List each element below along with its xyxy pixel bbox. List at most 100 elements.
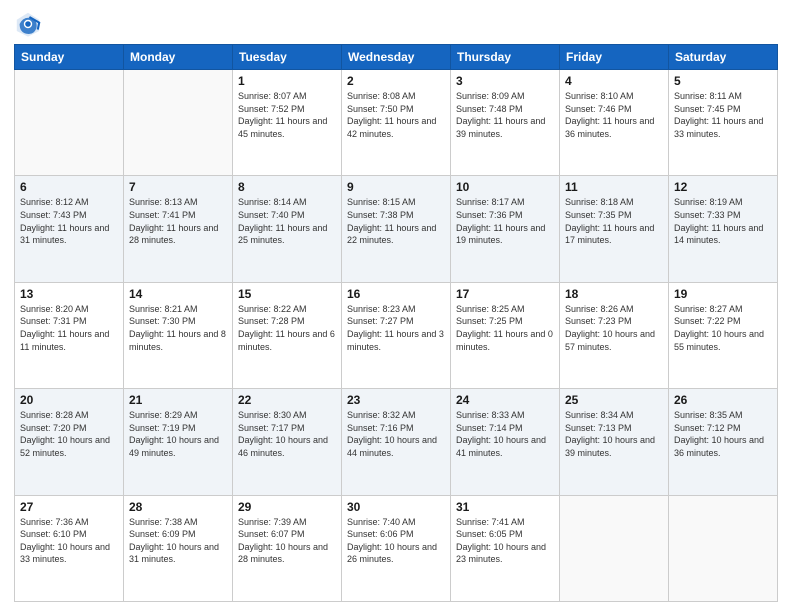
calendar-cell: 10Sunrise: 8:17 AM Sunset: 7:36 PM Dayli… [451, 176, 560, 282]
day-info: Sunrise: 8:11 AM Sunset: 7:45 PM Dayligh… [674, 90, 772, 140]
day-info: Sunrise: 8:14 AM Sunset: 7:40 PM Dayligh… [238, 196, 336, 246]
day-info: Sunrise: 8:23 AM Sunset: 7:27 PM Dayligh… [347, 303, 445, 353]
day-info: Sunrise: 8:15 AM Sunset: 7:38 PM Dayligh… [347, 196, 445, 246]
day-number: 4 [565, 74, 663, 88]
calendar-cell: 3Sunrise: 8:09 AM Sunset: 7:48 PM Daylig… [451, 70, 560, 176]
calendar-cell: 28 Sunrise: 7:38 AM Sunset: 6:09 PM Dayli… [124, 495, 233, 601]
day-info: Sunrise: 7:38 AM Sunset: 6:09 PM Dayligh… [129, 516, 227, 566]
calendar-cell: 13 Sunrise: 8:20 AM Sunset: 7:31 PM Dayli… [15, 282, 124, 388]
calendar-week-row: 1Sunrise: 8:07 AM Sunset: 7:52 PM Daylig… [15, 70, 778, 176]
calendar-cell: 7 Sunrise: 8:13 AM Sunset: 7:41 PM Daylig… [124, 176, 233, 282]
calendar-cell: 20Sunrise: 8:28 AM Sunset: 7:20 PM Dayli… [15, 389, 124, 495]
calendar-cell: 5 Sunrise: 8:11 AM Sunset: 7:45 PM Daylig… [669, 70, 778, 176]
calendar-cell: 8 Sunrise: 8:14 AM Sunset: 7:40 PM Daylig… [233, 176, 342, 282]
day-number: 11 [565, 180, 663, 194]
weekday-header: Thursday [451, 45, 560, 70]
day-number: 24 [456, 393, 554, 407]
day-number: 19 [674, 287, 772, 301]
calendar-cell: 26 Sunrise: 8:35 AM Sunset: 7:12 PM Dayli… [669, 389, 778, 495]
weekday-header: Wednesday [342, 45, 451, 70]
day-info: Sunrise: 8:20 AM Sunset: 7:31 PM Dayligh… [20, 303, 118, 353]
calendar-week-row: 27Sunrise: 7:36 AM Sunset: 6:10 PM Dayli… [15, 495, 778, 601]
logo-area [14, 10, 44, 38]
calendar-cell: 9 Sunrise: 8:15 AM Sunset: 7:38 PM Daylig… [342, 176, 451, 282]
day-number: 30 [347, 500, 445, 514]
day-info: Sunrise: 8:28 AM Sunset: 7:20 PM Dayligh… [20, 409, 118, 459]
calendar-cell: 21 Sunrise: 8:29 AM Sunset: 7:19 PM Dayli… [124, 389, 233, 495]
day-info: Sunrise: 8:32 AM Sunset: 7:16 PM Dayligh… [347, 409, 445, 459]
day-number: 22 [238, 393, 336, 407]
day-info: Sunrise: 8:07 AM Sunset: 7:52 PM Dayligh… [238, 90, 336, 140]
calendar-cell: 15 Sunrise: 8:22 AM Sunset: 7:28 PM Dayli… [233, 282, 342, 388]
calendar-cell: 27Sunrise: 7:36 AM Sunset: 6:10 PM Dayli… [15, 495, 124, 601]
day-number: 7 [129, 180, 227, 194]
day-info: Sunrise: 8:25 AM Sunset: 7:25 PM Dayligh… [456, 303, 554, 353]
calendar-cell: 24 Sunrise: 8:33 AM Sunset: 7:14 PM Dayli… [451, 389, 560, 495]
day-number: 31 [456, 500, 554, 514]
calendar-week-row: 13 Sunrise: 8:20 AM Sunset: 7:31 PM Dayli… [15, 282, 778, 388]
calendar-cell: 16 Sunrise: 8:23 AM Sunset: 7:27 PM Dayli… [342, 282, 451, 388]
day-number: 10 [456, 180, 554, 194]
day-number: 17 [456, 287, 554, 301]
day-number: 5 [674, 74, 772, 88]
day-number: 28 [129, 500, 227, 514]
day-info: Sunrise: 8:29 AM Sunset: 7:19 PM Dayligh… [129, 409, 227, 459]
calendar-cell [15, 70, 124, 176]
day-number: 9 [347, 180, 445, 194]
calendar-cell: 29 Sunrise: 7:39 AM Sunset: 6:07 PM Dayli… [233, 495, 342, 601]
generalblue-logo-icon [14, 10, 42, 38]
calendar-cell: 6Sunrise: 8:12 AM Sunset: 7:43 PM Daylig… [15, 176, 124, 282]
day-info: Sunrise: 7:39 AM Sunset: 6:07 PM Dayligh… [238, 516, 336, 566]
day-number: 29 [238, 500, 336, 514]
weekday-header: Friday [560, 45, 669, 70]
calendar-week-row: 6Sunrise: 8:12 AM Sunset: 7:43 PM Daylig… [15, 176, 778, 282]
day-number: 12 [674, 180, 772, 194]
calendar-cell [669, 495, 778, 601]
calendar-cell: 19Sunrise: 8:27 AM Sunset: 7:22 PM Dayli… [669, 282, 778, 388]
calendar-cell: 17 Sunrise: 8:25 AM Sunset: 7:25 PM Dayli… [451, 282, 560, 388]
header [14, 10, 778, 38]
day-info: Sunrise: 8:12 AM Sunset: 7:43 PM Dayligh… [20, 196, 118, 246]
calendar-week-row: 20Sunrise: 8:28 AM Sunset: 7:20 PM Dayli… [15, 389, 778, 495]
calendar-cell: 18 Sunrise: 8:26 AM Sunset: 7:23 PM Dayli… [560, 282, 669, 388]
weekday-header: Sunday [15, 45, 124, 70]
weekday-header: Saturday [669, 45, 778, 70]
weekday-header-row: SundayMondayTuesdayWednesdayThursdayFrid… [15, 45, 778, 70]
weekday-header: Monday [124, 45, 233, 70]
day-number: 16 [347, 287, 445, 301]
day-info: Sunrise: 8:10 AM Sunset: 7:46 PM Dayligh… [565, 90, 663, 140]
day-number: 27 [20, 500, 118, 514]
calendar-table: SundayMondayTuesdayWednesdayThursdayFrid… [14, 44, 778, 602]
calendar-cell [124, 70, 233, 176]
day-info: Sunrise: 7:41 AM Sunset: 6:05 PM Dayligh… [456, 516, 554, 566]
page: SundayMondayTuesdayWednesdayThursdayFrid… [0, 0, 792, 612]
calendar-cell: 14Sunrise: 8:21 AM Sunset: 7:30 PM Dayli… [124, 282, 233, 388]
day-number: 21 [129, 393, 227, 407]
day-info: Sunrise: 8:19 AM Sunset: 7:33 PM Dayligh… [674, 196, 772, 246]
day-number: 26 [674, 393, 772, 407]
day-number: 23 [347, 393, 445, 407]
day-info: Sunrise: 8:21 AM Sunset: 7:30 PM Dayligh… [129, 303, 227, 353]
day-number: 13 [20, 287, 118, 301]
day-number: 25 [565, 393, 663, 407]
calendar-cell: 30 Sunrise: 7:40 AM Sunset: 6:06 PM Dayli… [342, 495, 451, 601]
calendar-cell [560, 495, 669, 601]
day-info: Sunrise: 8:30 AM Sunset: 7:17 PM Dayligh… [238, 409, 336, 459]
day-number: 2 [347, 74, 445, 88]
calendar-cell: 1Sunrise: 8:07 AM Sunset: 7:52 PM Daylig… [233, 70, 342, 176]
day-info: Sunrise: 8:26 AM Sunset: 7:23 PM Dayligh… [565, 303, 663, 353]
day-info: Sunrise: 8:33 AM Sunset: 7:14 PM Dayligh… [456, 409, 554, 459]
day-number: 8 [238, 180, 336, 194]
day-info: Sunrise: 8:13 AM Sunset: 7:41 PM Dayligh… [129, 196, 227, 246]
day-info: Sunrise: 8:34 AM Sunset: 7:13 PM Dayligh… [565, 409, 663, 459]
day-info: Sunrise: 7:40 AM Sunset: 6:06 PM Dayligh… [347, 516, 445, 566]
calendar-cell: 2Sunrise: 8:08 AM Sunset: 7:50 PM Daylig… [342, 70, 451, 176]
weekday-header: Tuesday [233, 45, 342, 70]
day-number: 18 [565, 287, 663, 301]
day-number: 15 [238, 287, 336, 301]
day-info: Sunrise: 8:22 AM Sunset: 7:28 PM Dayligh… [238, 303, 336, 353]
day-info: Sunrise: 8:35 AM Sunset: 7:12 PM Dayligh… [674, 409, 772, 459]
day-info: Sunrise: 8:18 AM Sunset: 7:35 PM Dayligh… [565, 196, 663, 246]
calendar-cell: 23 Sunrise: 8:32 AM Sunset: 7:16 PM Dayli… [342, 389, 451, 495]
calendar-cell: 12 Sunrise: 8:19 AM Sunset: 7:33 PM Dayli… [669, 176, 778, 282]
